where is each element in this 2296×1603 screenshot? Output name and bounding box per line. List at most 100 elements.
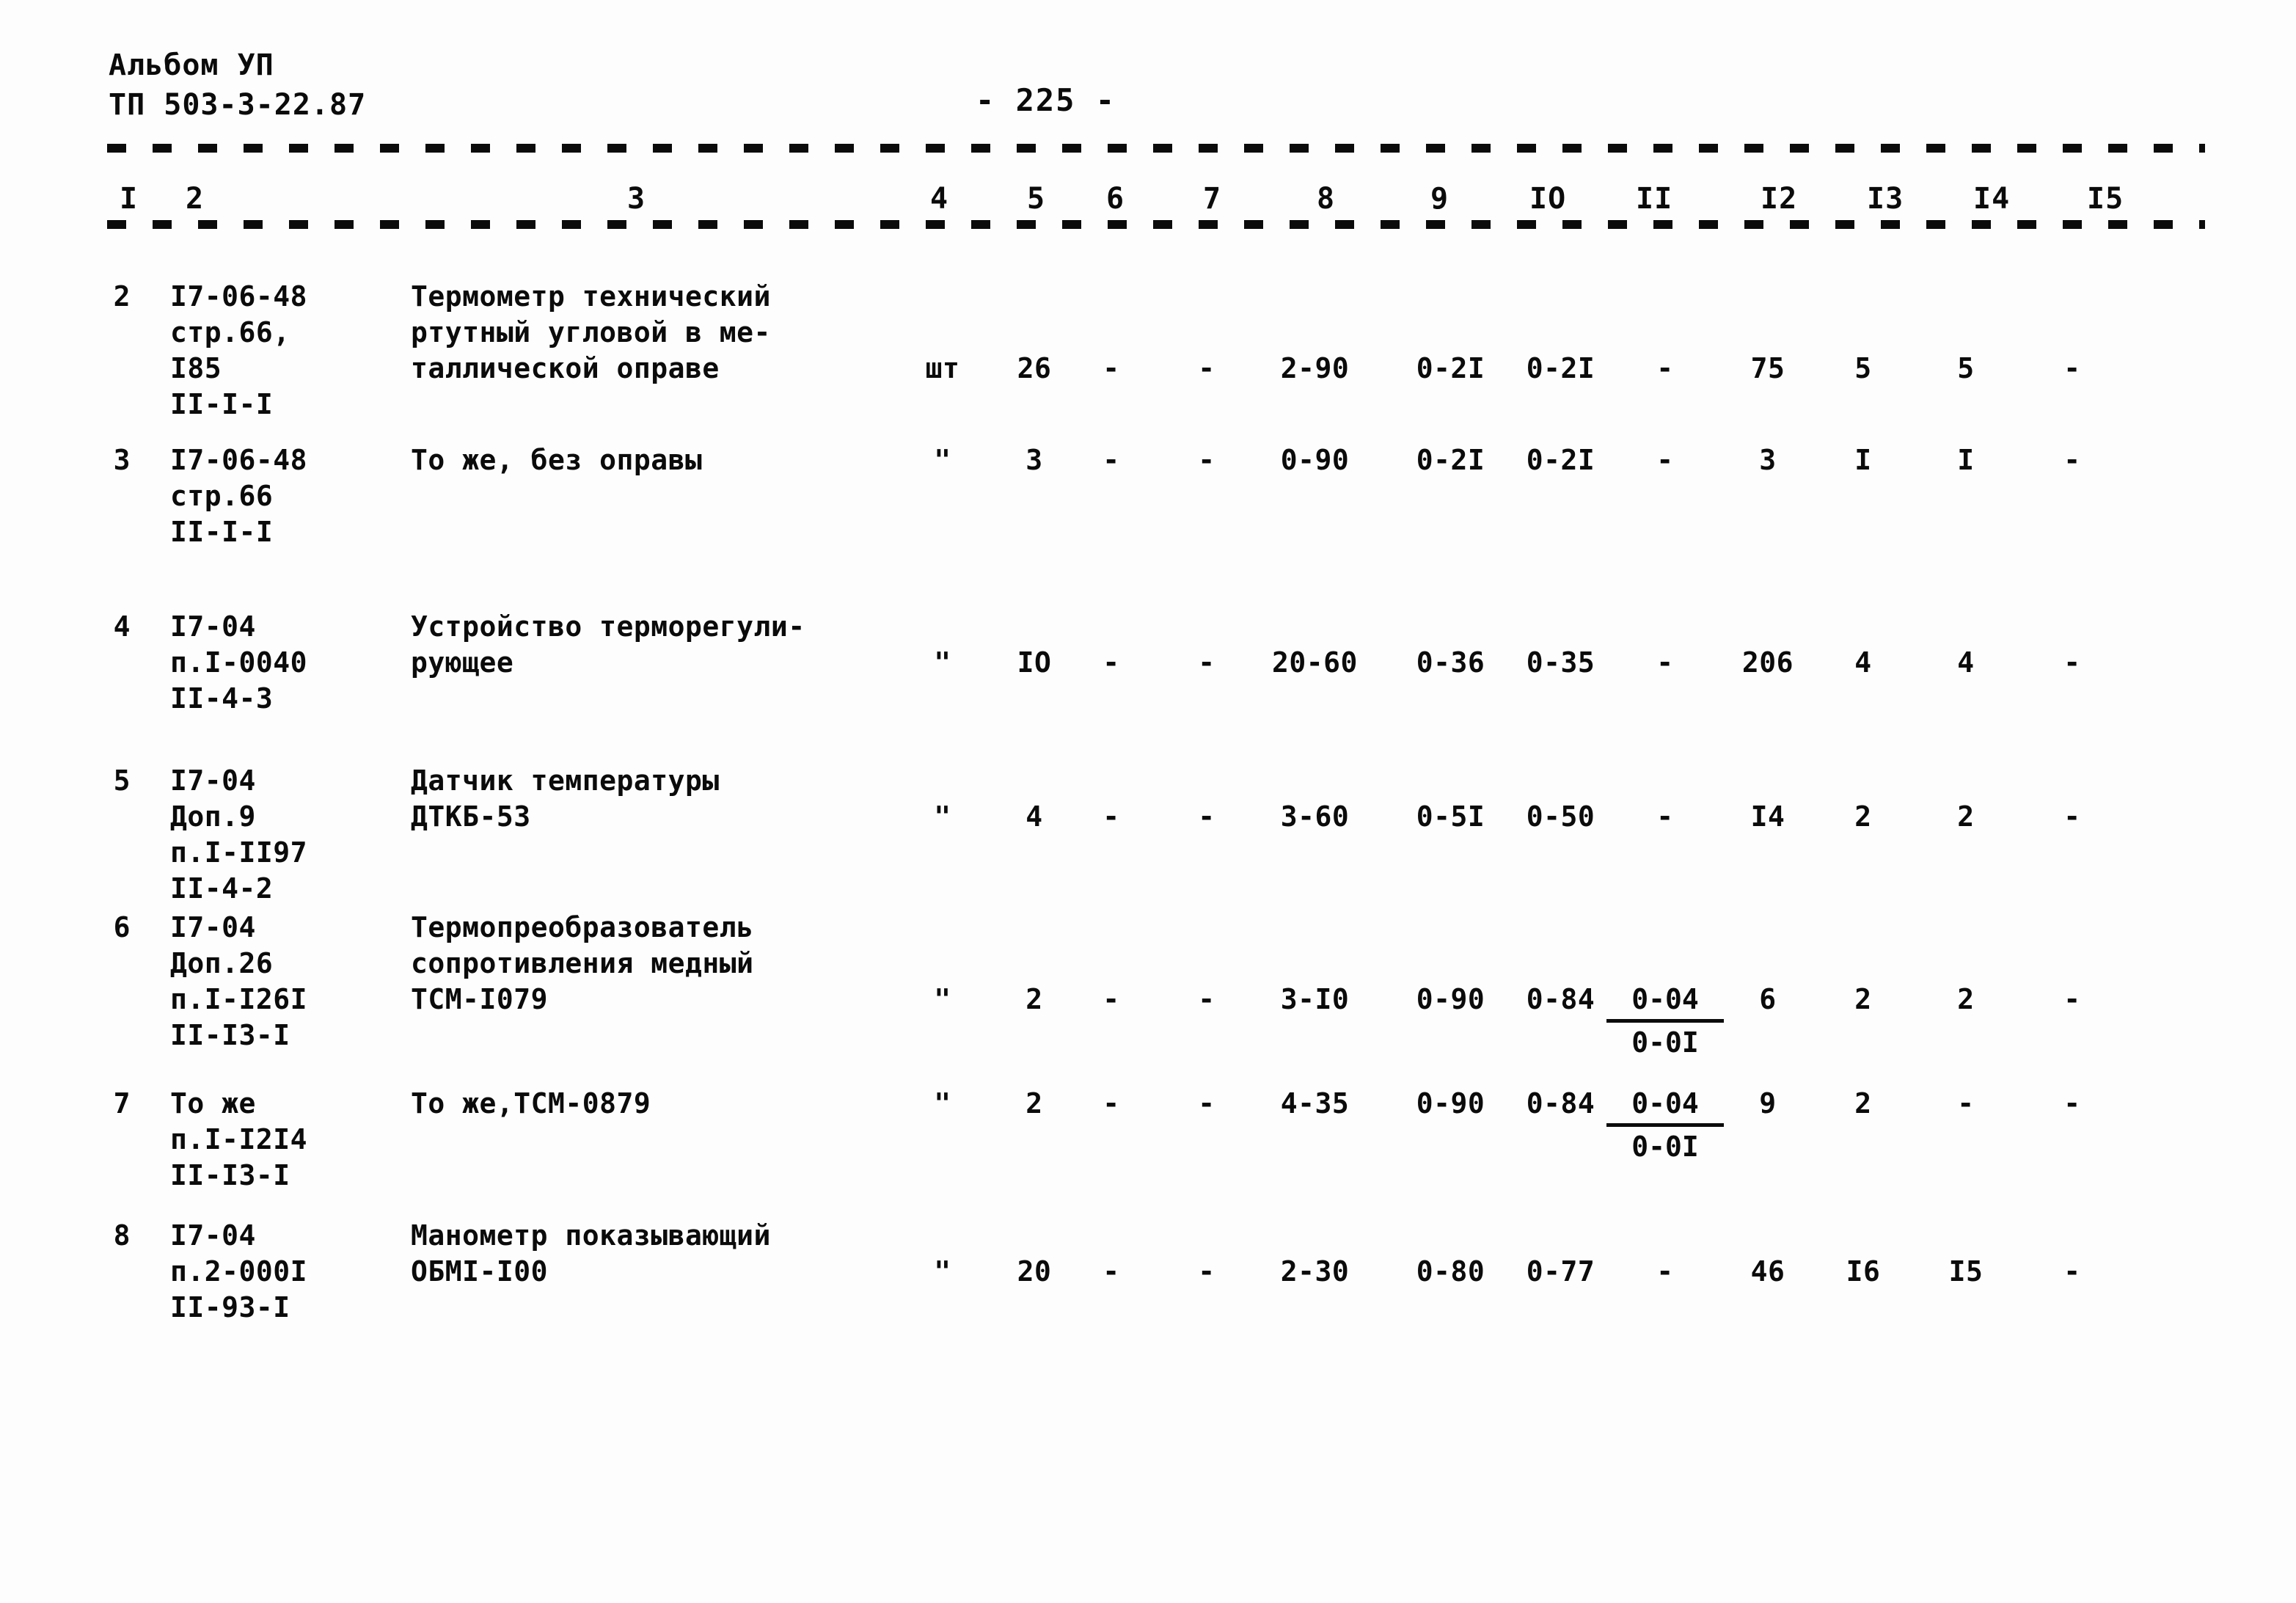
cell-col-15: -: [2063, 444, 2081, 476]
item-description: То же,ТСМ-0879: [411, 1087, 651, 1120]
cell-col-13: 5: [1854, 352, 1872, 384]
cell-col-6: -: [1103, 1255, 1120, 1288]
cell-col-15: -: [2063, 1255, 2081, 1288]
column-header-15: I5: [2087, 182, 2124, 216]
cell-col-14: 4: [1957, 646, 1975, 679]
cell-col-14: I: [1957, 444, 1975, 476]
cell-col-5: 3: [1025, 444, 1043, 476]
cell-col-7: -: [1198, 352, 1215, 384]
column-header-3: 3: [627, 182, 646, 216]
cell-col-14: 2: [1957, 983, 1975, 1015]
unit-of-measure: ": [934, 1087, 951, 1120]
cell-col-9: 0-2I: [1416, 444, 1485, 476]
cell-col-5: 26: [1017, 352, 1052, 384]
scanned-document-page: Альбом УП ТП 503-3-22.87 - 225 - I234567…: [0, 0, 2296, 1603]
cell-col-9: 0-2I: [1416, 352, 1485, 384]
cell-col-8: 20-60: [1272, 646, 1358, 679]
top-dashed-rule: [107, 144, 2205, 153]
cell-col-15: -: [2063, 800, 2081, 833]
cell-col-7: -: [1198, 983, 1215, 1015]
cell-col-12: 206: [1741, 646, 1794, 679]
column-header-11: II: [1636, 182, 1673, 216]
cell-col-11: -: [1656, 800, 1674, 833]
cell-col-11-fraction: 0-04 0-0I: [1606, 1086, 1724, 1165]
unit-of-measure: ": [934, 1255, 951, 1288]
cell-col-10: 0-77: [1526, 1255, 1595, 1288]
cell-col-15: -: [2063, 646, 2081, 679]
cell-col-10: 0-2I: [1526, 352, 1595, 384]
cell-col-10: 0-50: [1526, 800, 1595, 833]
cell-col-15: -: [2063, 352, 2081, 384]
fraction-denominator: 0-0I: [1631, 1131, 1699, 1163]
cell-col-13: 2: [1854, 1087, 1872, 1120]
row-index: 3: [113, 444, 131, 476]
column-header-9: 9: [1430, 182, 1449, 216]
fraction-numerator: 0-04: [1606, 982, 1724, 1023]
column-header-13: I3: [1867, 182, 1904, 216]
cell-col-5: 2: [1025, 1087, 1043, 1120]
column-header-4: 4: [930, 182, 949, 216]
cell-col-9: 0-5I: [1416, 800, 1485, 833]
cell-col-6: -: [1103, 1087, 1120, 1120]
item-description: Термометр технический ртутный угловой в …: [411, 280, 771, 384]
item-description: Датчик температуры ДТКБ-53: [411, 764, 720, 833]
column-header-5: 5: [1027, 182, 1046, 216]
cell-col-10: 0-84: [1526, 983, 1595, 1015]
cell-col-14: I5: [1948, 1255, 1984, 1288]
column-header-1: I: [120, 182, 139, 216]
cell-col-12: 3: [1759, 444, 1777, 476]
column-header-10: IO: [1529, 182, 1567, 216]
row-index: 4: [113, 610, 131, 643]
cell-col-5: 20: [1017, 1255, 1052, 1288]
catalog-code: То же п.I-I2I4 II-I3-I: [170, 1087, 308, 1191]
cell-col-9: 0-36: [1416, 646, 1485, 679]
catalog-code: I7-04 Доп.26 п.I-I26I II-I3-I: [170, 911, 308, 1051]
cell-col-13: I: [1854, 444, 1872, 476]
cell-col-11: -: [1656, 1255, 1674, 1288]
catalog-code: I7-04 п.2-000I II-93-I: [170, 1219, 308, 1323]
cell-col-15: -: [2063, 983, 2081, 1015]
cell-col-13: 2: [1854, 800, 1872, 833]
catalog-code: I7-06-48 стр.66, I85 II-I-I: [170, 280, 308, 420]
catalog-code: I7-04 п.I-0040 II-4-3: [170, 610, 308, 715]
cell-col-12: 75: [1750, 352, 1785, 384]
cell-col-6: -: [1103, 444, 1120, 476]
item-description: Устройство терморегули- рующее: [411, 610, 805, 679]
cell-col-11: -: [1656, 444, 1674, 476]
fraction-denominator: 0-0I: [1631, 1026, 1699, 1059]
column-header-7: 7: [1203, 182, 1222, 216]
cell-col-13: I6: [1846, 1255, 1881, 1288]
row-index: 2: [113, 280, 131, 313]
document-header: Альбом УП ТП 503-3-22.87: [109, 45, 366, 125]
cell-col-14: 2: [1957, 800, 1975, 833]
cell-col-13: 4: [1854, 646, 1872, 679]
item-description: Термопреобразователь сопротивления медны…: [411, 911, 754, 1015]
cell-col-7: -: [1198, 444, 1215, 476]
unit-of-measure: ": [934, 983, 951, 1015]
cell-col-7: -: [1198, 1255, 1215, 1288]
item-description: Манометр показывающий ОБМI-I00: [411, 1219, 771, 1288]
row-index: 5: [113, 764, 131, 797]
cell-col-6: -: [1103, 800, 1120, 833]
cell-col-10: 0-2I: [1526, 444, 1595, 476]
cell-col-6: -: [1103, 983, 1120, 1015]
column-header-6: 6: [1106, 182, 1125, 216]
cell-col-6: -: [1103, 352, 1120, 384]
column-header-8: 8: [1317, 182, 1336, 216]
cell-col-15: -: [2063, 1087, 2081, 1120]
cell-col-11: -: [1656, 646, 1674, 679]
row-index: 6: [113, 911, 131, 943]
cell-col-13: 2: [1854, 983, 1872, 1015]
cell-col-9: 0-90: [1416, 1087, 1485, 1120]
cell-col-8: 4-35: [1280, 1087, 1350, 1120]
column-header-2: 2: [186, 182, 205, 216]
catalog-code: I7-04 Доп.9 п.I-II97 II-4-2: [170, 764, 308, 905]
cell-col-8: 3-I0: [1280, 983, 1350, 1015]
cell-col-10: 0-35: [1526, 646, 1595, 679]
album-label: Альбом УП: [109, 48, 274, 82]
fraction-numerator: 0-04: [1606, 1086, 1724, 1127]
cell-col-12: 46: [1750, 1255, 1785, 1288]
page-number: - 225 -: [976, 82, 1116, 118]
column-header-12: I2: [1761, 182, 1798, 216]
cell-col-11: -: [1656, 352, 1674, 384]
